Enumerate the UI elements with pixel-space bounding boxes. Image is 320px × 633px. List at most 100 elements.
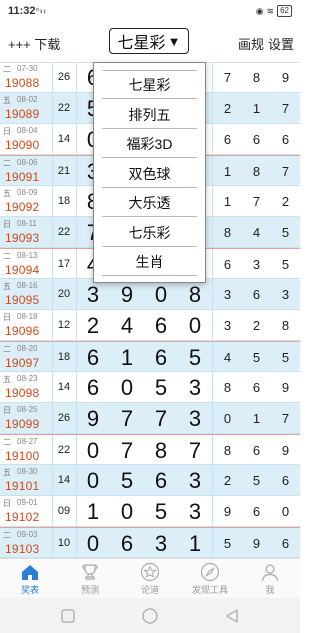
- digit-cell: 9: [120, 282, 134, 307]
- extra-digit-cell: 2: [281, 194, 290, 209]
- issue-number: 19094: [5, 263, 40, 277]
- system-nav-bar: [0, 598, 300, 633]
- top-bar: +++ 下载 七星彩 ▼ 画规 设置: [0, 22, 300, 63]
- lottery-type-select[interactable]: 七星彩 ▼: [109, 28, 189, 54]
- issue-number: 19088: [5, 76, 40, 90]
- date-label: 08-04: [17, 126, 38, 135]
- dropdown-option[interactable]: 七星彩: [102, 71, 197, 99]
- settings-button[interactable]: 设置: [268, 34, 294, 53]
- table-row[interactable]: 日 08-25 19099 26 9 7 7 3 0 1 7: [0, 403, 300, 434]
- weekday-label: 日: [3, 499, 11, 508]
- table-row[interactable]: 五 08-16 19095 20 3 9 0 8 3 6 3: [0, 279, 300, 310]
- issue-number: 19097: [5, 356, 40, 370]
- extra-digit-cell: 5: [281, 225, 290, 240]
- digit-cell: 2: [86, 313, 100, 338]
- extra-digits: 8 6 9: [212, 435, 300, 466]
- date-label: 08-23: [17, 374, 38, 383]
- digit-cell: 1: [188, 531, 202, 556]
- table-row[interactable]: 二 08-27 19100 22 0 7 8 7 8 6 9: [0, 434, 300, 466]
- dropdown-option[interactable]: 双色球: [102, 160, 197, 188]
- extra-digits: 7 8 9: [212, 62, 300, 93]
- extra-digit-cell: 7: [281, 164, 290, 179]
- issue-number: 19090: [5, 138, 40, 152]
- nav-label: 预测: [80, 585, 99, 595]
- digit-cell: 0: [120, 375, 134, 400]
- date-cell: 五 08-02 19089: [0, 93, 53, 124]
- table-row[interactable]: 五 08-23 19098 14 6 0 5 3 8 6 9: [0, 372, 300, 403]
- weekday-label: 二: [3, 159, 11, 168]
- digit-cell: 0: [86, 438, 100, 463]
- date-label: 07-30: [17, 64, 38, 73]
- digit-cell: 7: [120, 406, 134, 431]
- back-icon[interactable]: [222, 606, 242, 626]
- battery-icon: 62: [277, 5, 292, 17]
- extra-digit-cell: 0: [223, 411, 232, 426]
- star-icon: [140, 562, 160, 582]
- digit-cell: 5: [154, 499, 168, 524]
- sum-cell: 26: [52, 62, 77, 93]
- date-cell: 五 08-09 19092: [0, 186, 53, 217]
- weekday-label: 二: [3, 438, 11, 447]
- extra-digit-cell: 7: [281, 101, 290, 116]
- draw-digits: 9773: [76, 403, 212, 434]
- dropdown-option[interactable]: 福彩3D: [102, 130, 197, 158]
- dropdown-option[interactable]: 生肖: [102, 248, 197, 276]
- weekday-label: 日: [3, 220, 11, 229]
- sum-cell: 14: [52, 124, 77, 155]
- draw-digits: 0631: [76, 528, 212, 558]
- nav-item-lundao[interactable]: 论道: [120, 559, 180, 599]
- extra-digit-cell: 9: [223, 504, 232, 519]
- table-row[interactable]: 二 09-03 19103 10 0 6 3 1 5 9 6: [0, 527, 300, 558]
- extra-digit-cell: 6: [223, 257, 232, 272]
- dropdown-option[interactable]: 排列五: [102, 101, 197, 129]
- date-cell: 五 08-30 19101: [0, 465, 53, 496]
- sum-cell: 10: [52, 528, 77, 558]
- bottom-nav: 奖表 预测 论道 发现工具 我: [0, 558, 300, 599]
- nav-item-me[interactable]: 我: [240, 559, 300, 599]
- extra-digit-cell: 6: [252, 443, 261, 458]
- recents-icon[interactable]: [58, 606, 78, 626]
- table-row[interactable]: 日 09-01 19102 09 1 0 5 3 9 6 0: [0, 496, 300, 527]
- digit-cell: 1: [120, 345, 134, 370]
- extra-digit-cell: 2: [223, 473, 232, 488]
- issue-number: 19101: [5, 479, 40, 493]
- issue-number: 19092: [5, 200, 40, 214]
- weekday-label: 五: [3, 189, 11, 198]
- date-cell: 日 09-01 19102: [0, 496, 53, 527]
- issue-number: 19103: [5, 542, 40, 556]
- home-circle-icon[interactable]: [140, 606, 160, 626]
- extra-digits: 4 5 5: [212, 342, 300, 373]
- draw-digits: 6165: [76, 342, 212, 373]
- draw-digits: 3908: [76, 279, 212, 310]
- extra-digit-cell: 9: [281, 380, 290, 395]
- weekday-label: 二: [3, 65, 11, 74]
- date-label: 08-27: [17, 437, 38, 446]
- digit-cell: 5: [154, 375, 168, 400]
- date-cell: 二 07-30 19088: [0, 62, 53, 93]
- extra-digits: 3 6 3: [212, 279, 300, 310]
- dropdown-option[interactable]: 大乐透: [102, 189, 197, 217]
- extra-digits: 6 6 6: [212, 124, 300, 155]
- extra-digit-cell: 9: [252, 536, 261, 551]
- extra-digit-cell: 8: [223, 380, 232, 395]
- date-cell: 二 08-06 19091: [0, 156, 53, 187]
- sum-cell: 22: [52, 93, 77, 124]
- issue-number: 19091: [5, 170, 40, 184]
- table-row[interactable]: 二 08-20 19097 18 6 1 6 5 4 5 5: [0, 341, 300, 373]
- table-row[interactable]: 日 08-18 19096 12 2 4 6 0 3 2 8: [0, 310, 300, 341]
- dropdown-option[interactable]: 七乐彩: [102, 219, 197, 247]
- nav-item-jiangbiao[interactable]: 奖表: [0, 559, 60, 599]
- digit-cell: 4: [120, 313, 134, 338]
- nav-item-yuce[interactable]: 预测: [60, 559, 120, 599]
- extra-digit-cell: 4: [223, 350, 232, 365]
- date-cell: 日 08-18 19096: [0, 310, 53, 341]
- draw-rules-button[interactable]: 画规: [238, 34, 264, 53]
- download-button[interactable]: +++ 下载: [8, 34, 60, 53]
- digit-cell: 8: [154, 438, 168, 463]
- table-row[interactable]: 五 08-30 19101 14 0 5 6 3 2 5 6: [0, 465, 300, 496]
- digit-cell: 3: [188, 499, 202, 524]
- digit-cell: 0: [188, 313, 202, 338]
- digit-cell: 8: [188, 282, 202, 307]
- nav-item-faxian[interactable]: 发现工具: [180, 559, 240, 599]
- weekday-label: 二: [3, 345, 11, 354]
